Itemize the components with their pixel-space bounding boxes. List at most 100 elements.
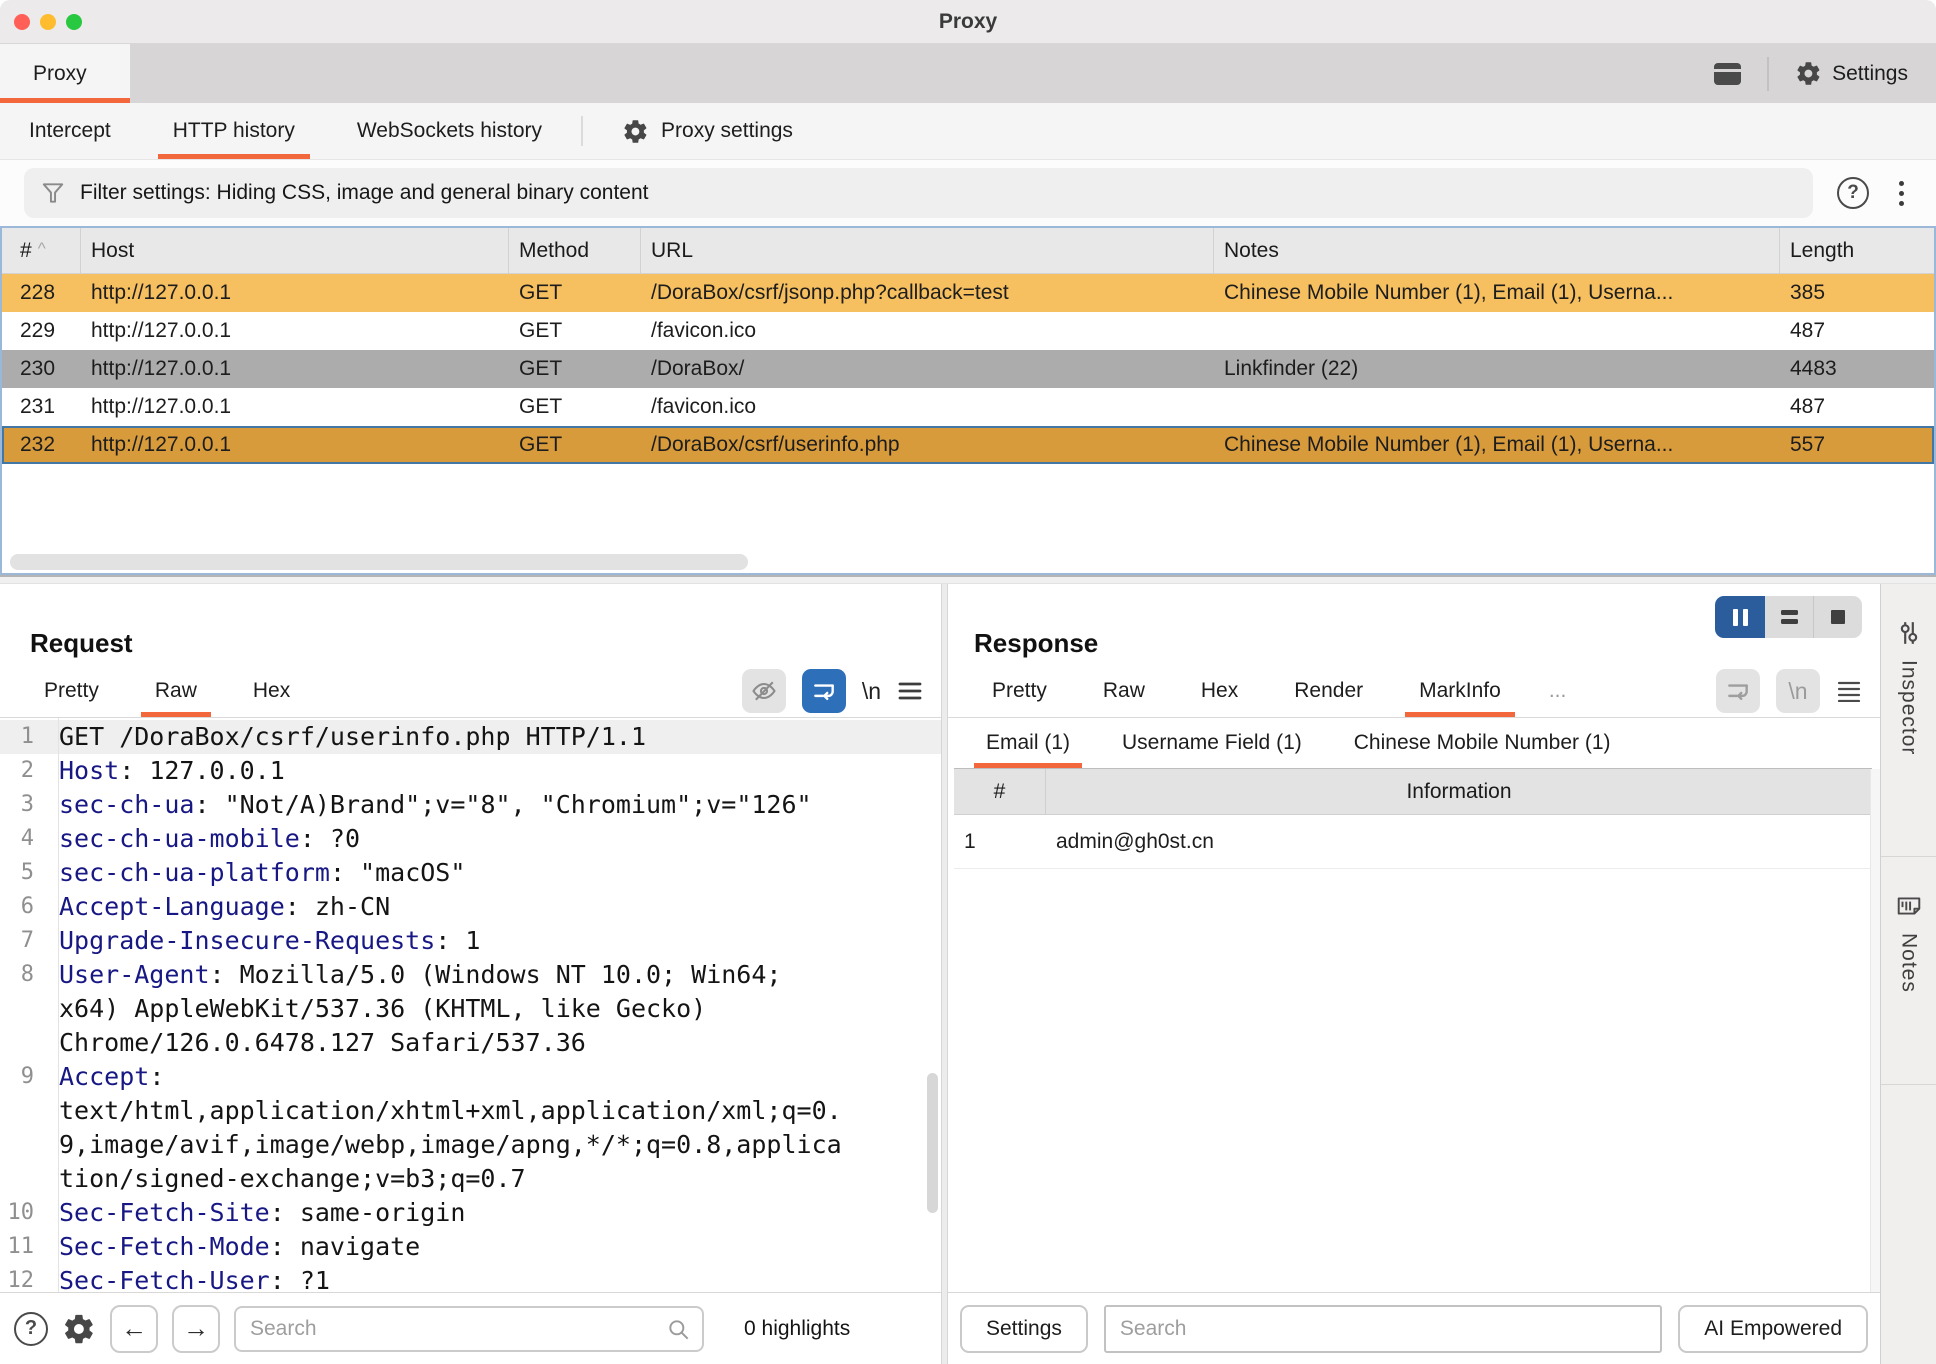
request-tab-raw[interactable]: Raw [141,665,211,717]
gear-icon [1795,60,1822,87]
line-code: sec-ch-ua-mobile: ?0 [46,822,360,856]
editor-menu-icon[interactable] [1836,680,1862,702]
column-header-num[interactable]: # ^ [2,228,81,273]
markinfo-column-num[interactable]: # [954,769,1046,814]
cell-url: /DoraBox/csrf/jsonp.php?callback=test [641,281,1214,305]
markinfo-column-information[interactable]: Information [1046,769,1872,814]
response-tab-markinfo[interactable]: MarkInfo [1405,665,1515,717]
tab-proxy[interactable]: Proxy [0,44,130,103]
filter-row: Filter settings: Hiding CSS, image and g… [0,160,1936,226]
history-row[interactable]: 231http://127.0.0.1GET/favicon.ico487 [2,388,1934,426]
divider [1767,57,1769,91]
notes-tab[interactable]: Notes [1881,857,1936,1085]
tab-proxy-settings[interactable]: Proxy settings [607,103,808,159]
help-icon[interactable]: ? [14,1312,48,1346]
pause-button[interactable] [1715,596,1765,638]
request-editor[interactable]: 1GET /DoraBox/csrf/userinfo.php HTTP/1.1… [0,717,941,1292]
wrap-lines-button[interactable] [1716,669,1760,713]
response-tab-overflow[interactable]: ... [1535,665,1581,717]
cell-url: /DoraBox/ [641,357,1214,381]
tab-websockets-history[interactable]: WebSockets history [342,103,557,159]
response-scrollbar-track[interactable] [1870,769,1880,1292]
tab-http-history[interactable]: HTTP history [158,103,310,159]
tab-intercept[interactable]: Intercept [14,103,126,159]
window-title: Proxy [939,10,997,34]
notes-label: Notes [1897,933,1921,993]
request-line: 2Host: 127.0.0.1 [0,754,941,788]
wrap-lines-button[interactable] [802,669,846,713]
line-number: 7 [0,924,46,958]
show-newlines-button[interactable]: \n [1776,669,1820,713]
line-code: sec-ch-ua-platform: "macOS" [46,856,465,890]
cell-length: 557 [1780,433,1934,457]
response-tab-pretty[interactable]: Pretty [978,665,1061,717]
column-header-url[interactable]: URL [641,228,1214,273]
line-code: Upgrade-Insecure-Requests: 1 [46,924,480,958]
search-next-button[interactable]: → [172,1305,220,1353]
column-header-host[interactable]: Host [81,228,509,273]
line-code: Host: 127.0.0.1 [46,754,285,788]
editor-menu-icon[interactable] [897,680,923,702]
gear-icon [622,118,649,145]
main-tab-bar: Proxy Settings [0,44,1936,103]
search-prev-button[interactable]: ← [110,1305,158,1353]
zoom-window-button[interactable] [66,14,82,30]
stop-button[interactable] [1814,596,1862,638]
history-row[interactable]: 232http://127.0.0.1GET/DoraBox/csrf/user… [2,426,1934,464]
horizontal-scrollbar-thumb[interactable] [10,554,748,570]
markinfo-tab-email[interactable]: Email (1) [974,718,1082,768]
history-row[interactable]: 230http://127.0.0.1GET/DoraBox/Linkfinde… [2,350,1934,388]
markinfo-row[interactable]: 1admin@gh0st.cn [954,815,1872,869]
kebab-menu-icon[interactable] [1893,179,1910,208]
request-tab-pretty[interactable]: Pretty [30,665,113,717]
markinfo-tab-mobile[interactable]: Chinese Mobile Number (1) [1342,718,1623,768]
inspector-tab[interactable]: Inspector [1881,584,1936,857]
column-header-length[interactable]: Length [1780,228,1934,273]
cell-length: 385 [1780,281,1934,305]
cell-method: GET [509,357,641,381]
request-line: 9Accept: text/html,application/xhtml+xml… [0,1060,941,1196]
queue-button[interactable] [1765,596,1813,638]
header-name: Sec-Fetch-Mode [59,1232,270,1261]
line-code: GET /DoraBox/csrf/userinfo.php HTTP/1.1 [46,720,646,754]
header-name: Sec-Fetch-User [59,1266,270,1292]
response-search-box [1104,1305,1662,1353]
request-tab-hex[interactable]: Hex [239,665,304,717]
ai-empowered-button[interactable]: AI Empowered [1678,1305,1868,1353]
filter-settings-bar[interactable]: Filter settings: Hiding CSS, image and g… [24,168,1813,218]
help-icon[interactable]: ? [1837,177,1869,209]
column-header-method[interactable]: Method [509,228,641,273]
request-vertical-scrollbar-thumb[interactable] [927,1073,938,1213]
window-layout-icon[interactable] [1714,63,1741,85]
markinfo-tab-username[interactable]: Username Field (1) [1110,718,1314,768]
show-newlines-button[interactable]: \n [862,678,881,705]
gear-icon[interactable] [62,1312,96,1346]
request-line: 10Sec-Fetch-Site: same-origin [0,1196,941,1230]
vertical-splitter[interactable] [941,584,948,1364]
message-editor-area: Request Pretty Raw Hex \n 1GET /DoraBo [0,584,1936,1364]
tab-websockets-history-label: WebSockets history [357,119,542,143]
inspector-label: Inspector [1897,660,1921,755]
request-line: 5sec-ch-ua-platform: "macOS" [0,856,941,890]
hide-nonprintable-button[interactable] [742,669,786,713]
line-code: sec-ch-ua: "Not/A)Brand";v="8", "Chromiu… [46,788,812,822]
request-line: 3sec-ch-ua: "Not/A)Brand";v="8", "Chromi… [0,788,941,822]
history-row[interactable]: 229http://127.0.0.1GET/favicon.ico487 [2,312,1934,350]
response-tab-render[interactable]: Render [1280,665,1377,717]
response-tab-raw[interactable]: Raw [1089,665,1159,717]
settings-button[interactable]: Settings [1795,60,1908,87]
markinfo-settings-button[interactable]: Settings [960,1305,1088,1353]
request-search-input[interactable] [236,1317,702,1341]
bars-icon [1781,610,1798,624]
minimize-window-button[interactable] [40,14,56,30]
close-window-button[interactable] [14,14,30,30]
response-search-input[interactable] [1106,1317,1660,1341]
horizontal-splitter[interactable] [0,575,1936,584]
header-name: sec-ch-ua [59,790,194,819]
cell-host: http://127.0.0.1 [81,433,509,457]
history-row[interactable]: 228http://127.0.0.1GET/DoraBox/csrf/json… [2,274,1934,312]
request-panel: Request Pretty Raw Hex \n 1GET /DoraBo [0,584,941,1364]
column-header-notes[interactable]: Notes [1214,228,1780,273]
response-tab-hex[interactable]: Hex [1187,665,1252,717]
header-name: sec-ch-ua-platform [59,858,330,887]
